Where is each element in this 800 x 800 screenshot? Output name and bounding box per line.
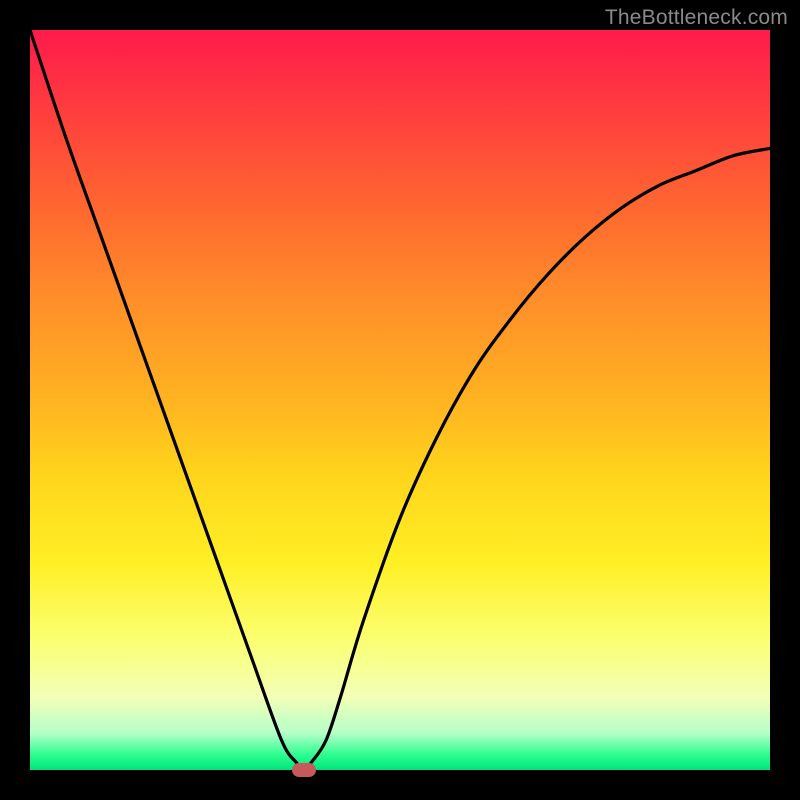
- bottleneck-marker: [292, 763, 316, 777]
- chart-frame: TheBottleneck.com: [0, 0, 800, 800]
- watermark-text: TheBottleneck.com: [605, 6, 788, 30]
- plot-area: [30, 30, 770, 770]
- bottleneck-curve: [30, 30, 770, 770]
